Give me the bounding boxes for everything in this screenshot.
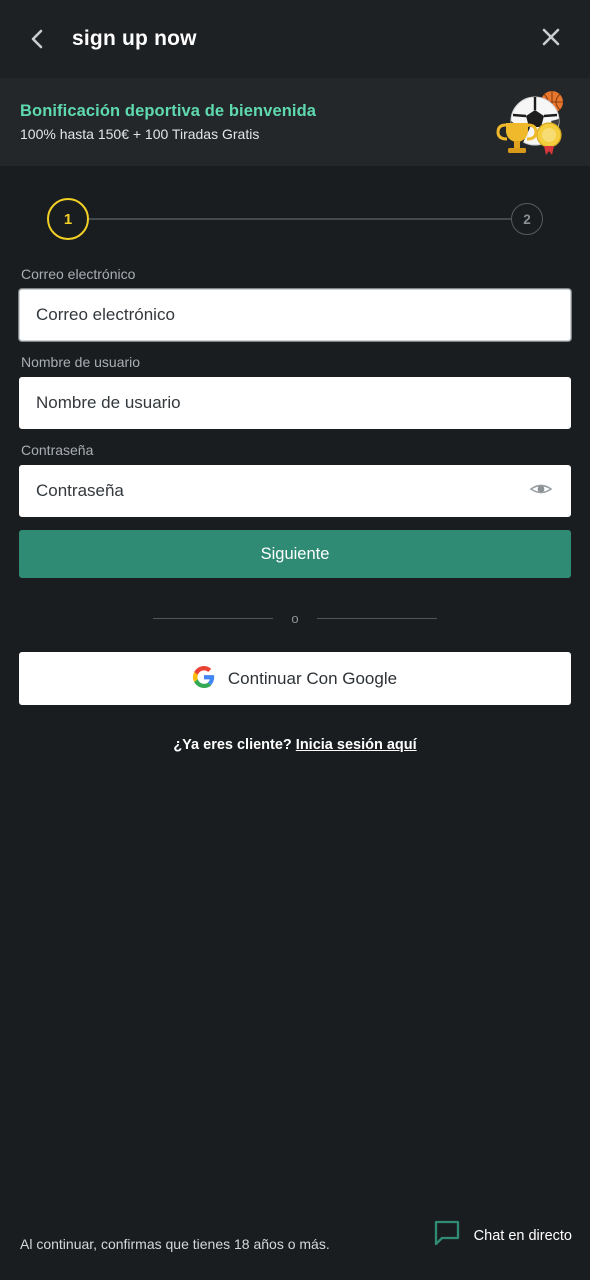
- step-indicator-1[interactable]: 1: [47, 198, 89, 240]
- email-input[interactable]: Correo electrónico: [19, 289, 571, 341]
- or-divider: o: [145, 611, 445, 626]
- close-icon: [541, 27, 561, 52]
- password-input[interactable]: Contraseña: [19, 465, 571, 517]
- password-field-group: Contraseña Contraseña: [19, 442, 571, 517]
- google-g-icon: [192, 666, 215, 691]
- live-chat-label: Chat en directo: [473, 1227, 572, 1244]
- login-prompt-question: ¿Ya eres cliente?: [173, 737, 292, 753]
- email-field-group: Correo electrónico Correo electrónico: [19, 266, 571, 341]
- eye-icon: [529, 481, 553, 502]
- google-signin-label: Continuar Con Google: [227, 668, 398, 688]
- google-signin-button[interactable]: Continuar Con Google: [19, 652, 571, 705]
- step-2-label: 2: [523, 211, 531, 227]
- password-label: Contraseña: [21, 442, 94, 458]
- bonus-title: Bonificación deportiva de bienvenida: [20, 102, 317, 120]
- page-title: sign up now: [72, 27, 197, 50]
- modal-footer: Al continuar, confirmas que tienes 18 añ…: [0, 1219, 590, 1280]
- chat-bubble-icon: [433, 1219, 461, 1252]
- login-link[interactable]: Inicia sesión aquí: [296, 737, 417, 753]
- modal-header: sign up now: [0, 0, 590, 78]
- divider-line-left: [153, 617, 274, 620]
- email-placeholder: Correo electrónico: [36, 305, 175, 324]
- signup-stepper: 1 2: [19, 166, 571, 266]
- step-indicator-2[interactable]: 2: [511, 203, 543, 235]
- divider-line-right: [316, 617, 437, 620]
- password-visibility-toggle[interactable]: [528, 478, 554, 504]
- bonus-subtitle: 100% hasta 150€ + 100 Tiradas Gratis: [20, 126, 260, 142]
- username-field-group: Nombre de usuario Nombre de usuario: [19, 354, 571, 429]
- username-label: Nombre de usuario: [21, 354, 141, 370]
- bonus-banner-texts: Bonificación deportiva de bienvenida 100…: [20, 102, 492, 142]
- sports-trophy-ball-icon: [492, 85, 576, 159]
- username-placeholder: Nombre de usuario: [36, 393, 181, 412]
- signup-content: 1 2 Correo electrónico Correo electrónic…: [0, 166, 590, 1280]
- divider-label: o: [291, 611, 299, 626]
- login-prompt: ¿Ya eres cliente? Inicia sesión aquí: [19, 737, 571, 753]
- stepper-connector: [89, 218, 511, 220]
- age-notice: Al continuar, confirmas que tienes 18 añ…: [20, 1235, 330, 1252]
- submit-button[interactable]: Siguiente: [19, 530, 571, 578]
- live-chat-button[interactable]: Chat en directo: [433, 1219, 572, 1254]
- close-button[interactable]: [534, 22, 568, 56]
- step-1-label: 1: [63, 210, 73, 228]
- signup-modal: sign up now Bonificación deportiva de bi…: [0, 0, 590, 1280]
- bonus-banner: Bonificación deportiva de bienvenida 100…: [0, 78, 590, 166]
- email-label: Correo electrónico: [21, 266, 136, 282]
- username-input[interactable]: Nombre de usuario: [19, 377, 571, 429]
- chevron-left-icon: [29, 27, 45, 51]
- back-button[interactable]: [20, 22, 54, 56]
- password-placeholder: Contraseña: [36, 481, 124, 500]
